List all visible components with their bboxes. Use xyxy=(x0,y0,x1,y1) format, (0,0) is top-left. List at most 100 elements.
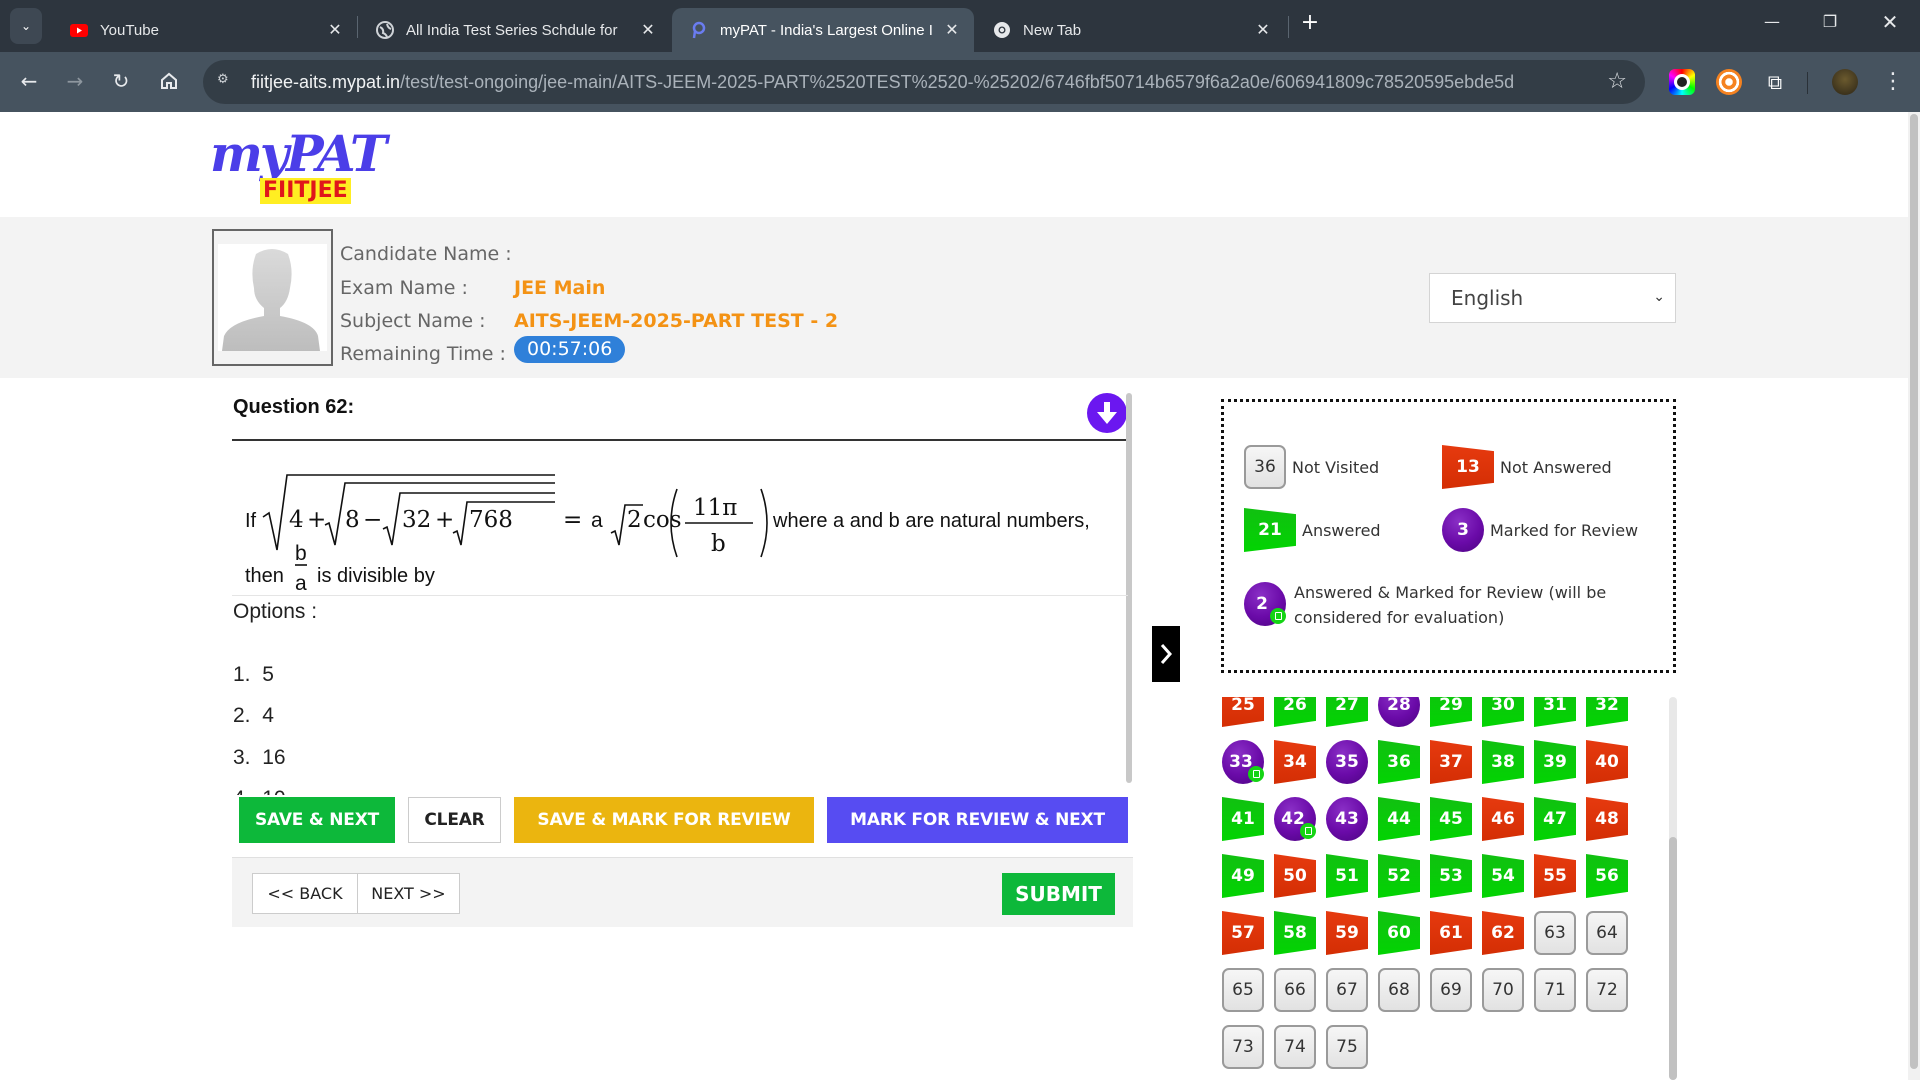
minimize-icon[interactable]: — xyxy=(1752,12,1792,31)
question-52-button[interactable]: 52 xyxy=(1378,854,1420,898)
question-39-button[interactable]: 39 xyxy=(1534,740,1576,784)
close-window-icon[interactable]: ✕ xyxy=(1870,10,1910,34)
question-55-button[interactable]: 55 xyxy=(1534,854,1576,898)
question-68-button[interactable]: 68 xyxy=(1378,968,1420,1012)
tab-mypat[interactable]: myPAT - India's Largest Online I ✕ xyxy=(672,8,974,52)
question-50-button[interactable]: 50 xyxy=(1274,854,1316,898)
extensions-puzzle-icon[interactable]: ⧉ xyxy=(1762,69,1788,95)
back-arrow-icon[interactable]: ← xyxy=(14,66,44,96)
question-71-button[interactable]: 71 xyxy=(1534,968,1576,1012)
question-26-button[interactable]: 26 xyxy=(1274,697,1316,727)
site-settings-icon[interactable]: ⚙ xyxy=(217,72,237,92)
option-3[interactable]: 3. 16 xyxy=(233,746,286,770)
clear-button[interactable]: CLEAR xyxy=(408,797,501,843)
question-38-button[interactable]: 38 xyxy=(1482,740,1524,784)
question-64-button[interactable]: 64 xyxy=(1586,911,1628,955)
submit-button[interactable]: SUBMIT xyxy=(1002,873,1115,915)
option-2[interactable]: 2. 4 xyxy=(233,704,274,728)
forward-arrow-icon[interactable]: → xyxy=(60,66,90,96)
tab-new-tab[interactable]: New Tab ✕ xyxy=(975,8,1285,52)
question-62-button[interactable]: 62 xyxy=(1482,911,1524,955)
mypat-fiitjee-logo[interactable]: myPAT FIITJEE xyxy=(210,124,387,206)
math-term: 4 xyxy=(289,507,304,533)
tab-search-button[interactable]: ⌄ xyxy=(10,8,42,44)
question-36-button[interactable]: 36 xyxy=(1378,740,1420,784)
question-scrollbar[interactable] xyxy=(1126,393,1132,783)
spiral-extension-icon[interactable] xyxy=(1716,69,1742,95)
option-4[interactable]: 4. 10 xyxy=(233,787,286,795)
address-bar[interactable]: ⚙ fiitjee-aits.mypat.in/test/test-ongoin… xyxy=(203,60,1645,104)
browser-tab-strip: ⌄ YouTube ✕ All India Test Series Schdul… xyxy=(0,0,1920,52)
question-72-button[interactable]: 72 xyxy=(1586,968,1628,1012)
question-27-button[interactable]: 27 xyxy=(1326,697,1368,727)
language-select[interactable]: English ⌄ xyxy=(1429,273,1676,323)
question-63-button[interactable]: 63 xyxy=(1534,911,1576,955)
question-75-button[interactable]: 75 xyxy=(1326,1025,1368,1069)
question-25-button[interactable]: 25 xyxy=(1222,697,1264,727)
tab-youtube[interactable]: YouTube ✕ xyxy=(52,8,357,52)
question-37-button[interactable]: 37 xyxy=(1430,740,1472,784)
question-59-button[interactable]: 59 xyxy=(1326,911,1368,955)
bookmark-star-icon[interactable]: ☆ xyxy=(1607,69,1627,94)
question-70-button[interactable]: 70 xyxy=(1482,968,1524,1012)
mark-review-next-button[interactable]: MARK FOR REVIEW & NEXT xyxy=(827,797,1128,843)
close-tab-icon[interactable]: ✕ xyxy=(321,20,349,40)
question-60-button[interactable]: 60 xyxy=(1378,911,1420,955)
option-1[interactable]: 1. 5 xyxy=(233,663,274,687)
tab-test-schedule[interactable]: All India Test Series Schdule for ✕ xyxy=(358,8,670,52)
question-54-button[interactable]: 54 xyxy=(1482,854,1524,898)
palette-scrollbar[interactable] xyxy=(1669,697,1677,1080)
question-34-button[interactable]: 34 xyxy=(1274,740,1316,784)
question-31-button[interactable]: 31 xyxy=(1534,697,1576,727)
question-35-button[interactable]: 35 xyxy=(1326,740,1368,784)
home-icon[interactable] xyxy=(154,66,184,96)
question-41-button[interactable]: 41 xyxy=(1222,797,1264,841)
download-arrow-icon[interactable] xyxy=(1087,393,1127,433)
page-scrollbar[interactable] xyxy=(1908,112,1920,1080)
question-49-button[interactable]: 49 xyxy=(1222,854,1264,898)
more-menu-icon[interactable]: ⋮ xyxy=(1878,66,1908,96)
close-tab-icon[interactable]: ✕ xyxy=(938,20,966,40)
close-tab-icon[interactable]: ✕ xyxy=(1249,20,1277,40)
question-56-button[interactable]: 56 xyxy=(1586,854,1628,898)
question-43-button[interactable]: 43 xyxy=(1326,797,1368,841)
question-51-button[interactable]: 51 xyxy=(1326,854,1368,898)
question-53-button[interactable]: 53 xyxy=(1430,854,1472,898)
question-45-button[interactable]: 45 xyxy=(1430,797,1472,841)
new-tab-button[interactable]: + xyxy=(1298,10,1322,35)
question-67-button[interactable]: 67 xyxy=(1326,968,1368,1012)
reload-icon[interactable]: ↻ xyxy=(106,66,136,96)
question-48-button[interactable]: 48 xyxy=(1586,797,1628,841)
question-46-button[interactable]: 46 xyxy=(1482,797,1524,841)
question-57-button[interactable]: 57 xyxy=(1222,911,1264,955)
question-33-button[interactable]: 33 xyxy=(1222,740,1264,784)
question-73-button[interactable]: 73 xyxy=(1222,1025,1264,1069)
text-where: where a and b are natural numbers, xyxy=(772,510,1090,532)
question-30-button[interactable]: 30 xyxy=(1482,697,1524,727)
question-29-button[interactable]: 29 xyxy=(1430,697,1472,727)
question-47-button[interactable]: 47 xyxy=(1534,797,1576,841)
camera-extension-icon[interactable] xyxy=(1669,69,1695,95)
question-74-button[interactable]: 74 xyxy=(1274,1025,1316,1069)
next-button[interactable]: NEXT >> xyxy=(357,873,460,914)
question-69-button[interactable]: 69 xyxy=(1430,968,1472,1012)
restore-icon[interactable]: ❐ xyxy=(1810,12,1850,31)
url-text[interactable]: fiitjee-aits.mypat.in/test/test-ongoing/… xyxy=(251,72,1514,93)
save-next-button[interactable]: SAVE & NEXT xyxy=(239,797,395,843)
question-28-button[interactable]: 28 xyxy=(1378,697,1420,727)
question-40-button[interactable]: 40 xyxy=(1586,740,1628,784)
back-button[interactable]: << BACK xyxy=(252,873,358,914)
collapse-panel-button[interactable] xyxy=(1152,626,1180,682)
question-66-button[interactable]: 66 xyxy=(1274,968,1316,1012)
close-tab-icon[interactable]: ✕ xyxy=(634,20,662,40)
save-mark-review-button[interactable]: SAVE & MARK FOR REVIEW xyxy=(514,797,814,843)
profile-avatar[interactable] xyxy=(1832,69,1858,95)
math-root-2: 2 xyxy=(627,507,642,533)
question-44-button[interactable]: 44 xyxy=(1378,797,1420,841)
question-61-button[interactable]: 61 xyxy=(1430,911,1472,955)
question-65-button[interactable]: 65 xyxy=(1222,968,1264,1012)
remaining-time-label: Remaining Time : xyxy=(340,343,506,365)
question-42-button[interactable]: 42 xyxy=(1274,797,1316,841)
question-32-button[interactable]: 32 xyxy=(1586,697,1628,727)
question-58-button[interactable]: 58 xyxy=(1274,911,1316,955)
